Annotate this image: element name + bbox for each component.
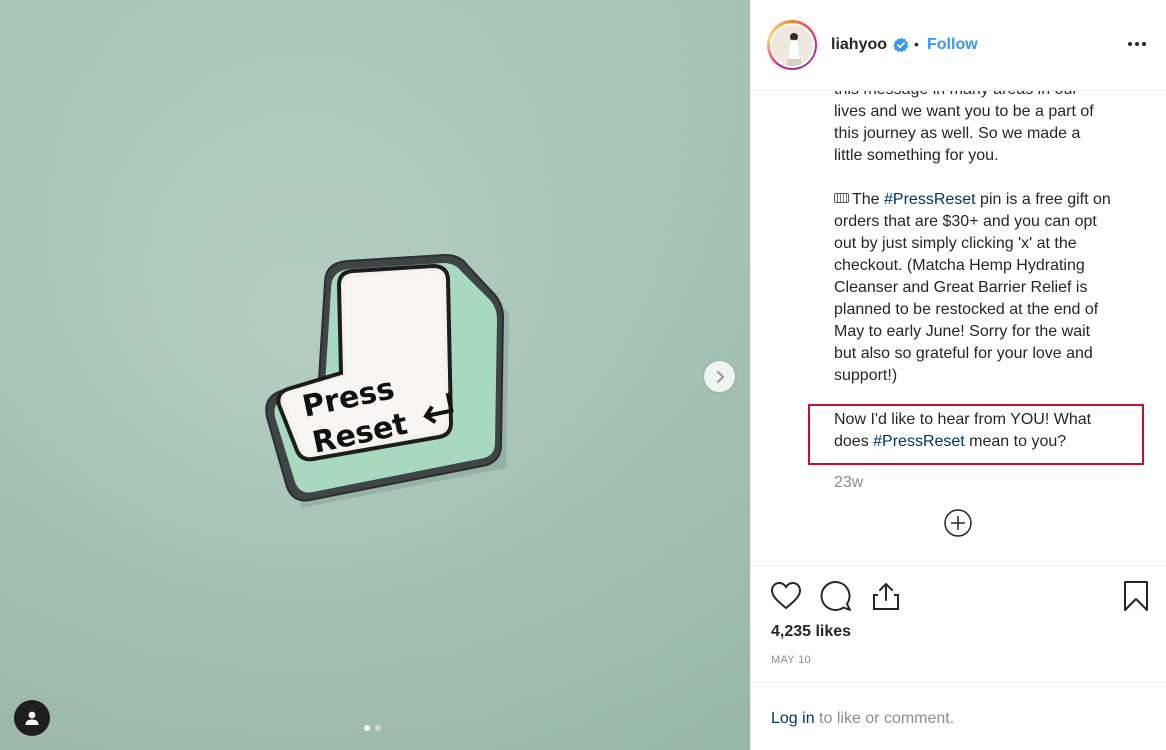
caption-text: pin is a free gift on <box>975 191 1111 208</box>
load-more-comments-button[interactable] <box>943 508 973 538</box>
avatar-photo <box>771 24 813 66</box>
login-prompt: Log in to like or comment. <box>771 710 954 728</box>
comment-button[interactable] <box>819 579 853 613</box>
comment-icon <box>820 581 851 611</box>
post-actions: 4,235 likes MAY 10 <box>751 565 1166 685</box>
post-date: MAY 10 <box>771 654 811 666</box>
post-photo[interactable]: Press Reset <box>0 0 750 750</box>
caption-line: lives and we want you to be a part of <box>834 103 1094 120</box>
verified-badge-icon <box>893 37 909 53</box>
caption-line: checkout. (Matcha Hemp Hydrating <box>834 257 1085 274</box>
caption-line: orders that are $30+ and you can opt <box>834 213 1097 230</box>
username-link[interactable]: liahyoo <box>831 36 887 54</box>
caption-line: The #PressReset pin is a free gift on <box>834 189 1134 211</box>
post-caption: this message in many areas in our lives … <box>834 91 1134 453</box>
more-dot <box>1128 42 1132 46</box>
post-side-panel: liahyoo • Follow this message in many ar… <box>750 0 1166 750</box>
more-dot <box>1142 42 1146 46</box>
press-reset-pin-image: Press Reset <box>255 245 515 515</box>
hashtag-link[interactable]: #PressReset <box>884 191 976 208</box>
follow-button[interactable]: Follow <box>927 36 978 54</box>
chevron-right-icon <box>716 370 725 383</box>
caption-line: this message in many areas in our <box>834 91 1134 101</box>
caption-line: support!) <box>834 367 898 384</box>
caption-timestamp: 23w <box>834 474 864 491</box>
pin-graphic: Press Reset <box>265 253 509 508</box>
heart-icon <box>770 581 802 610</box>
like-button[interactable] <box>769 579 803 613</box>
caption-line: May to early June! Sorry for the wait <box>834 323 1091 340</box>
share-button[interactable] <box>869 579 903 613</box>
caption-line: this journey as well. So we made a <box>834 125 1081 142</box>
carousel-dot <box>375 725 381 731</box>
caption-line: Cleanser and Great Barrier Relief is <box>834 279 1088 296</box>
header-separator: • <box>914 36 919 52</box>
user-icon <box>25 711 39 725</box>
caption-line: planned to be restocked at the end of <box>834 301 1099 318</box>
avatar-border <box>769 22 815 68</box>
likes-count[interactable]: 4,235 likes <box>771 623 851 641</box>
avatar <box>771 24 813 66</box>
carousel-indicator <box>364 725 381 731</box>
caption-text: The <box>852 191 885 208</box>
carousel-next-button[interactable] <box>704 361 735 392</box>
comment-prompt: Log in to like or comment. <box>751 682 1166 750</box>
avatar-story-ring[interactable] <box>767 20 817 70</box>
login-link[interactable]: Log in <box>771 710 815 727</box>
tagged-users-button[interactable] <box>14 700 50 736</box>
caption-line: but also so grateful for your love and <box>834 345 1093 362</box>
highlight-annotation-box <box>808 404 1144 465</box>
login-prompt-text: to like or comment. <box>814 710 955 727</box>
plus-circle-icon <box>944 509 972 537</box>
post-header: liahyoo • Follow <box>751 0 1166 91</box>
bookmark-icon <box>1124 581 1148 611</box>
more-dot <box>1135 42 1139 46</box>
caption-scroll-area[interactable]: this message in many areas in our lives … <box>751 91 1166 565</box>
share-icon <box>873 583 899 610</box>
save-button[interactable] <box>1119 579 1153 613</box>
caption-line: little something for you. <box>834 147 999 164</box>
keyboard-emoji-icon <box>834 193 849 203</box>
caption-line: out by just simply clicking 'x' at the <box>834 235 1077 252</box>
carousel-dot-active <box>364 725 370 731</box>
more-options-button[interactable] <box>1125 34 1149 54</box>
